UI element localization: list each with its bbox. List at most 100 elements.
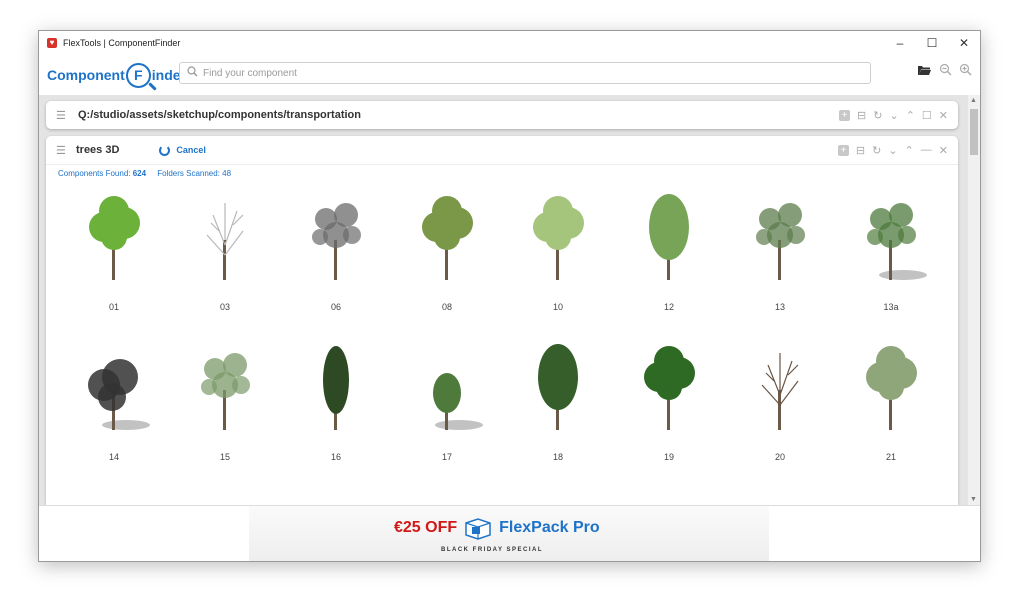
found-label: Components Found: <box>58 169 131 178</box>
list-icon[interactable]: ☰ <box>56 109 70 122</box>
search-icon <box>183 66 201 80</box>
component-label: 10 <box>552 302 563 312</box>
window-controls: – ☐ ✕ <box>884 31 980 55</box>
logo-text-pre: Component <box>47 67 125 83</box>
panel-header: ☰ trees 3D Cancel + ⊟ ↻ ⌄ ⌃ — ✕ <box>46 136 958 165</box>
chevron-down-icon[interactable]: ⌄ <box>888 144 897 157</box>
app-icon: ♥ <box>47 38 57 48</box>
scanned-count: 48 <box>222 169 232 178</box>
spinner-icon <box>159 144 171 156</box>
grid-row: 01 03 06 08 10 12 13 13a <box>46 185 958 335</box>
promo-product: FlexPack Pro <box>499 519 600 536</box>
component-item[interactable]: 16 <box>296 335 376 485</box>
found-count: 624 <box>132 169 147 178</box>
chevron-up-icon[interactable]: ⌃ <box>906 109 915 122</box>
component-label: 15 <box>219 452 230 462</box>
component-item[interactable]: 06 <box>296 185 376 335</box>
refresh-icon[interactable]: ↻ <box>873 109 882 122</box>
tree-thumbnail[interactable] <box>518 185 598 295</box>
component-label: 20 <box>774 452 785 462</box>
component-label: 08 <box>441 302 452 312</box>
search-input[interactable] <box>201 66 845 80</box>
component-item[interactable]: 18 <box>518 335 598 485</box>
add-icon[interactable]: + <box>837 144 849 156</box>
tree-thumbnail[interactable] <box>518 335 598 445</box>
grid-row: 14 15 16 17 18 19 20 21 <box>46 335 958 485</box>
component-item[interactable]: 15 <box>185 335 265 485</box>
tree-thumbnail[interactable] <box>296 335 376 445</box>
promo-banner[interactable]: €25 OFF FlexPack Pro BLACK FRIDAY SPECIA… <box>39 505 980 561</box>
folder-path: Q:/studio/assets/sketchup/components/tra… <box>78 109 361 121</box>
maximize-icon[interactable]: ☐ <box>922 109 932 122</box>
scroll-down-icon[interactable]: ▼ <box>970 496 977 503</box>
component-label: 01 <box>108 302 119 312</box>
minimize-icon[interactable]: — <box>921 144 932 156</box>
zoom-in-icon[interactable] <box>959 63 972 79</box>
component-item[interactable]: 19 <box>629 335 709 485</box>
panel-title: trees 3D <box>76 144 120 156</box>
results-panel: ☰ trees 3D Cancel + ⊟ ↻ ⌄ ⌃ — ✕ Componen… <box>46 136 958 505</box>
tree-thumbnail[interactable] <box>296 185 376 295</box>
component-item[interactable]: 14 <box>74 335 154 485</box>
component-item[interactable]: 01 <box>74 185 154 335</box>
list-icon[interactable]: ☰ <box>56 144 70 157</box>
tree-thumbnail[interactable] <box>629 185 709 295</box>
tree-thumbnail[interactable] <box>185 335 265 445</box>
tree-thumbnail[interactable] <box>740 335 820 445</box>
component-item[interactable]: 13a <box>851 185 931 335</box>
tree-thumbnail[interactable] <box>851 335 931 445</box>
promo-content: €25 OFF FlexPack Pro <box>394 515 600 541</box>
maximize-button[interactable]: ☐ <box>916 31 948 55</box>
collapse-all-icon[interactable]: ⊟ <box>857 109 866 122</box>
vertical-scrollbar[interactable]: ▲ ▼ <box>968 95 980 505</box>
promo-subtitle: BLACK FRIDAY SPECIAL <box>441 547 544 553</box>
scroll-up-icon[interactable]: ▲ <box>970 97 977 104</box>
folder-open-icon[interactable] <box>917 64 932 79</box>
component-item[interactable]: 21 <box>851 335 931 485</box>
cancel-label: Cancel <box>176 145 206 155</box>
chevron-down-icon[interactable]: ⌄ <box>889 109 898 122</box>
path-header[interactable]: ☰ Q:/studio/assets/sketchup/components/t… <box>46 101 958 129</box>
tree-thumbnail[interactable] <box>629 335 709 445</box>
toolbar-icons <box>917 63 972 79</box>
component-label: 03 <box>219 302 230 312</box>
chevron-up-icon[interactable]: ⌃ <box>905 144 914 157</box>
component-label: 17 <box>441 452 452 462</box>
close-icon[interactable]: ✕ <box>939 109 948 122</box>
collapse-all-icon[interactable]: ⊟ <box>856 144 865 157</box>
scrollbar-thumb[interactable] <box>970 109 978 155</box>
tree-thumbnail[interactable] <box>407 185 487 295</box>
component-item[interactable]: 20 <box>740 335 820 485</box>
cancel-button[interactable]: Cancel <box>159 144 206 156</box>
component-item[interactable]: 17 <box>407 335 487 485</box>
tree-thumbnail[interactable] <box>851 185 931 295</box>
close-icon[interactable]: ✕ <box>939 144 948 157</box>
tree-thumbnail[interactable] <box>185 185 265 295</box>
add-icon[interactable]: + <box>839 109 851 121</box>
component-label: 14 <box>108 452 119 462</box>
component-finder-logo[interactable]: Component F inder <box>47 61 186 89</box>
component-item[interactable]: 13 <box>740 185 820 335</box>
component-label: 06 <box>330 302 341 312</box>
content-area: ☰ Q:/studio/assets/sketchup/components/t… <box>39 95 980 505</box>
scanned-label: Folders Scanned: <box>157 169 220 178</box>
component-label: 13 <box>774 302 785 312</box>
component-item[interactable]: 12 <box>629 185 709 335</box>
component-item[interactable]: 08 <box>407 185 487 335</box>
component-label: 13a <box>883 302 899 312</box>
search-box[interactable] <box>179 62 871 84</box>
tree-thumbnail[interactable] <box>740 185 820 295</box>
minimize-button[interactable]: – <box>884 31 916 55</box>
component-label: 19 <box>663 452 674 462</box>
refresh-icon[interactable]: ↻ <box>872 144 881 157</box>
tree-thumbnail[interactable] <box>74 185 154 295</box>
zoom-out-icon[interactable] <box>939 63 952 79</box>
close-button[interactable]: ✕ <box>948 31 980 55</box>
tree-thumbnail[interactable] <box>74 335 154 445</box>
component-item[interactable]: 10 <box>518 185 598 335</box>
component-label: 16 <box>330 452 341 462</box>
tree-thumbnail[interactable] <box>407 335 487 445</box>
top-toolbar: Component F inder <box>39 55 980 95</box>
component-item[interactable]: 03 <box>185 185 265 335</box>
scan-stats: Components Found: 624 Folders Scanned: 4… <box>58 169 231 178</box>
